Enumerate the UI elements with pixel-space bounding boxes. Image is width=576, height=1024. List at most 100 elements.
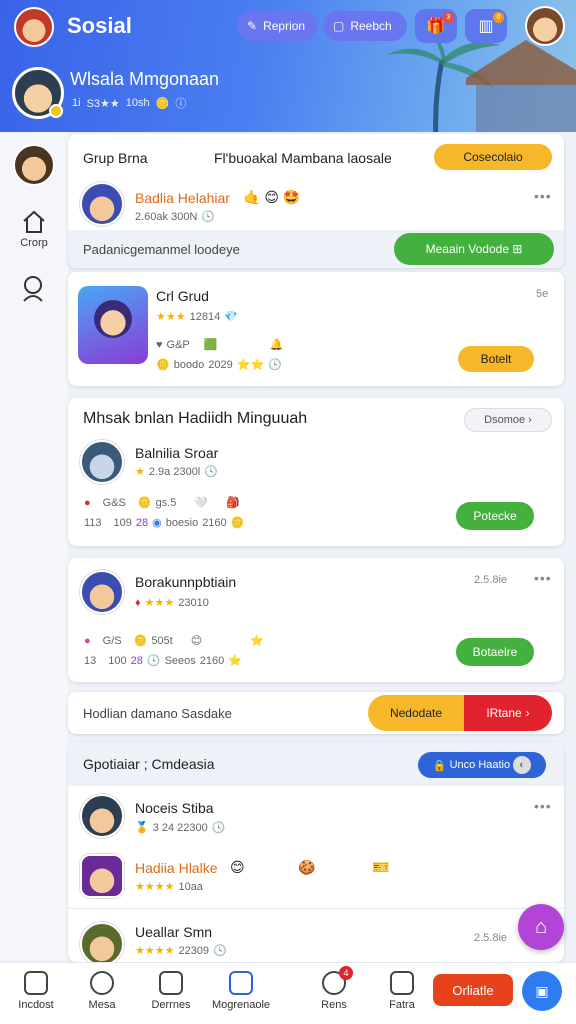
avatar[interactable] [80,440,124,484]
star-icon: ⭐ [228,655,242,667]
grid-icon [229,971,253,995]
search-button[interactable]: ▢ Reebch [323,11,407,41]
coin-icon: 🪙 [133,635,148,647]
header: Sosial ✎ Reprion ▢ Reebch 🎁 3 ▥ 0 Wlsala… [0,0,576,132]
coin-icon: 🪙 [155,97,170,110]
nav-item-rens[interactable]: 4 Rens [314,966,354,1011]
join-button-label: Meaain Vodode [425,242,509,256]
chevron-right-icon: › [525,706,530,720]
banner-left-button[interactable]: Nedodate [368,695,464,731]
smile-icon: 😊 [190,635,203,647]
compass-icon [90,971,114,995]
banner-right-button[interactable]: IRtane › [464,695,552,731]
clock-icon: 🕓 [201,211,216,223]
participate-button[interactable]: Potecke [456,502,534,530]
game-thumbnail[interactable] [78,286,148,364]
group-action-button[interactable]: Cosecolaio [434,144,552,170]
coin-icon: 🪙 [137,497,152,509]
bottom-nav: Incdost Mesa Derrnes Mogrenaole 4 Rens F… [0,962,576,1024]
group-member-meta-text: 10aa [178,880,203,893]
group-card: Grup Brna Fl'buoakal Mambana laosale Cos… [68,134,564,268]
game-stats-2: 🪙 boodo 2029 ⭐⭐ 🕓 [156,358,282,372]
app-logo[interactable] [14,7,54,47]
sidebar-item-home[interactable]: Crorp [14,210,54,249]
avatar[interactable] [80,182,124,226]
toggle-icon: ◐ [513,756,532,774]
compose-icon: ▣ [535,982,549,999]
avatar[interactable] [80,794,124,838]
nav-label: Mogrenaole [211,999,271,1011]
more-options-icon[interactable]: ••• [534,188,552,204]
activity-stat-2: 505t [151,634,173,647]
user-avatar[interactable] [525,6,565,46]
nav-item-mesa[interactable]: Mesa [82,971,122,1011]
chili-icon: ● [84,496,91,509]
nav-item-games[interactable]: Derrnes [146,971,196,1011]
house-icon [390,971,414,995]
fire-icon: ♦ [135,596,141,609]
create-button[interactable]: Orliatle [433,974,513,1006]
avatar[interactable] [80,854,124,898]
group-member-meta-text: 22309 [178,944,210,957]
view-button[interactable]: Botaelre [456,638,534,666]
challenge-stat-5: 28 [135,516,149,529]
divider [68,908,564,909]
notification-badge: 3 [443,12,454,23]
reprion-label: Reprion [263,19,306,33]
activity-stat-7: 2160 [199,654,225,667]
rating-stars: ★★★ [156,311,186,323]
play-button[interactable]: Botelt [458,346,534,372]
notifications-button[interactable]: 🎁 3 [415,9,457,43]
activity-stats-2: 13 100 28 🕓 Seeos 2160 ⭐ [84,654,242,668]
avatar[interactable] [80,570,124,614]
search-icon[interactable] [20,274,48,302]
clock-icon: 🕓 [146,655,161,667]
cookie-icon: 🍪 [298,859,316,875]
activity-stat-5: 28 [130,654,143,667]
challenge-stat-4: 109 [113,516,132,529]
document-icon: ▢ [333,19,345,33]
group-member-meta: ★★★★ 22309 🕓 [135,944,227,958]
groups-title: Gpotiaiar ; Cmdeasia [83,756,215,772]
nav-item-messages[interactable]: Mogrenaole [210,971,272,1011]
game-stat-2: boodo [173,358,205,371]
group-member-meta: ★★★★ 10aa [135,880,203,894]
app-title: Sosial [67,13,132,38]
chat-icon: 4 [322,966,353,995]
challenge-stat-6: boesio [165,516,199,529]
challenge-stat-2: gs.5 [155,496,177,509]
medal-icon: 🏅 [135,822,149,834]
user-name: Balnilia Sroar [135,445,219,461]
reprion-button[interactable]: ✎ Reprion [237,11,317,41]
game-title: Crl Grud [156,288,209,304]
clock-icon: 🕓 [204,466,218,478]
groups-section: Gpotiaiar ; Cmdeasia 🔒 Unco Haatio ◐ Noc… [68,742,564,962]
group-member-name: Noceis Stiba [135,800,214,816]
create-fab-button[interactable]: ⌂ [518,904,564,950]
more-options-icon[interactable]: ••• [534,798,552,814]
game-card: Crl Grud ★★★ 12814 💎 ♥ G&P 🟩 🔔 🪙 boodo 2029 ⭐⭐ 🕓 … [68,272,564,386]
profile-avatar[interactable] [12,67,64,119]
sidebar-avatar[interactable] [13,144,55,186]
heart-icon: ● [84,634,91,647]
stats-button[interactable]: ▥ 0 [465,9,507,43]
groups-action-button[interactable]: 🔒 Unco Haatio ◐ [418,752,546,778]
grid-icon: ⊞ [512,242,523,256]
user-meta: ★ 2.9a 2300l 🕓 [135,465,218,479]
rating-stars: ★★★ [144,597,175,609]
clock-icon: 🕓 [268,359,282,371]
group-member-time: 2.5.8ie [474,932,508,944]
nav-item-home[interactable]: Incdost [14,971,58,1011]
nav-item-fatra[interactable]: Fatra [382,971,422,1011]
user-meta-text: 2.60ak 300N [135,210,198,223]
home-icon [23,210,45,233]
heart-icon: 🤍 [194,497,209,509]
more-options-icon[interactable]: ••• [534,570,552,586]
join-button[interactable]: Meaain Vodode ⊞ [394,233,554,265]
see-more-button[interactable]: Dsomoe › [464,408,552,432]
footer-text: Padanicgemanmel loodeye [83,242,240,257]
compose-button[interactable]: ▣ [522,971,562,1011]
group-member-meta: 🏅 3 24 22300 🕓 [135,821,225,835]
avatar[interactable] [80,922,124,962]
rating-stars: ★★★★ [135,881,175,893]
